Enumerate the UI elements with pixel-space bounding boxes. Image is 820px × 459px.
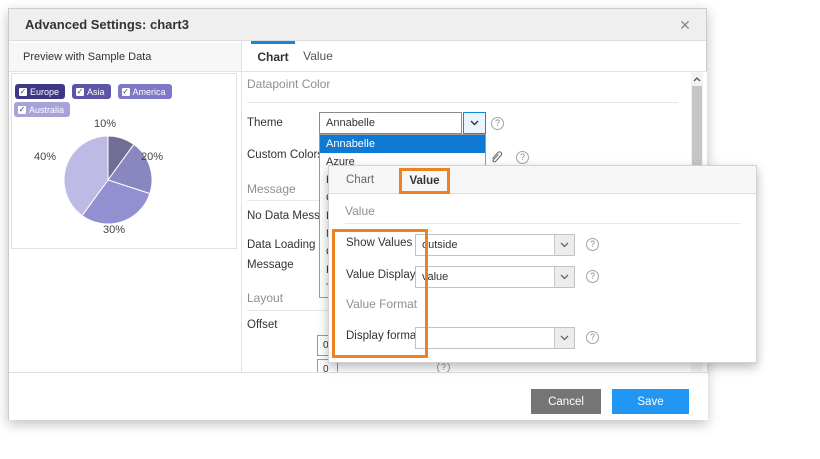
pie-label-10: 10% — [94, 118, 116, 130]
popup-tab-chart[interactable]: Chart — [346, 166, 374, 194]
show-values-label: Show Values — [346, 237, 412, 249]
select-dropdown-button[interactable] — [554, 267, 574, 287]
screenshot-canvas: Advanced Settings: chart3 ✕ Preview with… — [0, 0, 820, 459]
display-format-label: Display format — [346, 330, 420, 342]
section-rule — [345, 223, 741, 224]
legend-row-2: ✓ Australia — [14, 102, 70, 117]
legend-row-1: ✓ Europe ✓ Asia ✓ America — [15, 84, 172, 99]
legend-label: Australia — [29, 105, 64, 115]
data-loading-label-line2: Message — [247, 259, 294, 271]
data-loading-label-line1: Data Loading — [247, 239, 315, 251]
theme-option-annabelle[interactable]: Annabelle — [320, 135, 485, 153]
value-display-label: Value Display — [346, 269, 415, 281]
legend-chip-europe[interactable]: ✓ Europe — [15, 84, 65, 99]
display-format-help-icon[interactable]: ? — [586, 331, 599, 344]
chevron-down-icon — [470, 120, 479, 126]
offset-label: Offset — [247, 319, 277, 331]
legend-chip-australia[interactable]: ✓ Australia — [14, 102, 70, 117]
show-values-help-icon[interactable]: ? — [586, 238, 599, 251]
checkbox-icon: ✓ — [19, 88, 27, 96]
checkbox-icon: ✓ — [122, 88, 130, 96]
popup-tab-value[interactable]: Value — [399, 168, 450, 194]
value-display-value: value — [422, 267, 448, 287]
value-display-help-icon[interactable]: ? — [586, 270, 599, 283]
dialog-title: Advanced Settings: chart3 — [25, 9, 189, 41]
section-value: Value — [345, 204, 375, 218]
legend-label: Asia — [87, 87, 105, 97]
cancel-button[interactable]: Cancel — [531, 389, 601, 414]
pie-label-40: 40% — [34, 151, 56, 163]
legend-chip-asia[interactable]: ✓ Asia — [72, 84, 111, 99]
section-rule — [247, 102, 678, 103]
value-settings-popup: Chart Value Value Show Values outside ? … — [328, 165, 757, 363]
theme-combobox-input[interactable]: Annabelle — [319, 112, 462, 134]
chevron-up-icon — [693, 77, 701, 82]
theme-help-icon[interactable]: ? — [491, 117, 504, 130]
checkbox-icon: ✓ — [18, 106, 26, 114]
legend-label: Europe — [30, 87, 59, 97]
theme-label: Theme — [247, 117, 283, 129]
pie-chart — [64, 136, 152, 224]
custom-colors-help-icon[interactable]: ? — [516, 151, 529, 164]
checkbox-icon: ✓ — [76, 88, 84, 96]
close-icon[interactable]: ✕ — [674, 9, 696, 41]
chevron-down-icon — [560, 242, 569, 248]
show-values-select[interactable]: outside — [415, 234, 575, 256]
section-datapoint-color: Datapoint Color — [247, 77, 330, 91]
show-values-value: outside — [422, 235, 457, 255]
chevron-down-icon — [560, 274, 569, 280]
chevron-down-icon — [560, 335, 569, 341]
display-format-select[interactable] — [415, 327, 575, 349]
popup-tabbar: Chart Value — [329, 166, 756, 194]
save-button[interactable]: Save — [612, 389, 689, 414]
chart-preview: ✓ Europe ✓ Asia ✓ America ✓ Australia — [11, 73, 237, 249]
section-layout: Layout — [247, 291, 283, 305]
value-display-select[interactable]: value — [415, 266, 575, 288]
dialog-titlebar: Advanced Settings: chart3 ✕ — [9, 9, 706, 41]
preview-header-label: Preview with Sample Data — [23, 51, 151, 63]
scroll-up-arrow[interactable] — [691, 73, 703, 85]
pie-label-20: 20% — [141, 151, 163, 163]
select-dropdown-button[interactable] — [554, 328, 574, 348]
tab-chart[interactable]: Chart — [251, 41, 295, 71]
tab-value[interactable]: Value — [297, 41, 339, 71]
theme-dropdown-button[interactable] — [463, 112, 486, 134]
section-message: Message — [247, 182, 296, 196]
preview-header-bar: Preview with Sample Data — [9, 43, 241, 71]
dialog-footer: Cancel Save — [9, 372, 708, 420]
custom-colors-label: Custom Colors — [247, 149, 323, 161]
attach-icon[interactable] — [489, 149, 503, 164]
section-value-format: Value Format — [346, 297, 417, 311]
pie-label-30: 30% — [103, 224, 125, 236]
legend-chip-america[interactable]: ✓ America — [118, 84, 172, 99]
select-dropdown-button[interactable] — [554, 235, 574, 255]
legend-label: America — [133, 87, 166, 97]
